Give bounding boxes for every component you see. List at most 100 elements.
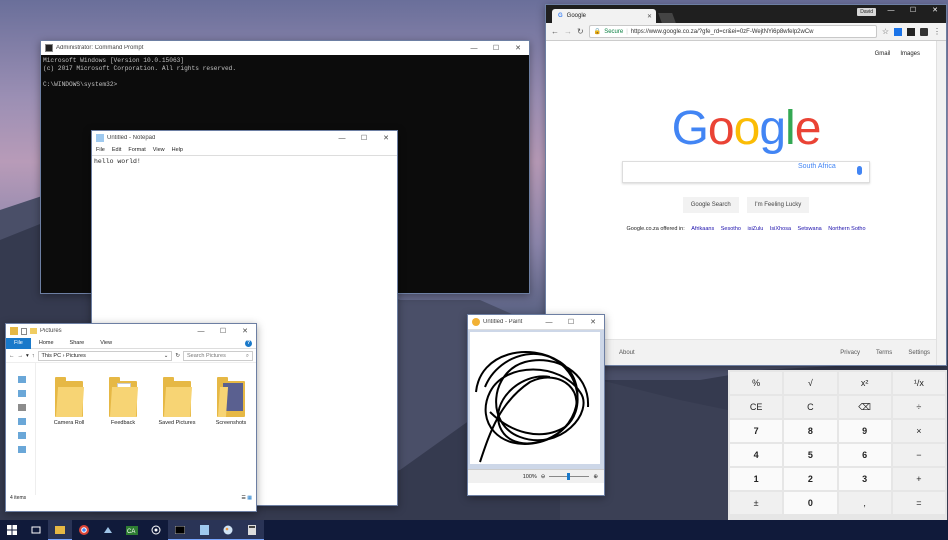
extension-icon[interactable] bbox=[907, 27, 915, 36]
paint-window[interactable]: Untitled - Paint — ☐ ✕ 100% ⊖ ⊕ bbox=[467, 314, 605, 496]
cmd-icon[interactable] bbox=[168, 520, 192, 540]
nav-item-icon[interactable] bbox=[18, 446, 26, 453]
explorer-titlebar[interactable]: Pictures — ☐ ✕ bbox=[6, 324, 256, 338]
notepad-titlebar[interactable]: Untitled - Notepad — ☐ ✕ bbox=[92, 131, 397, 145]
folder-item-screenshots[interactable]: Screenshots bbox=[206, 377, 256, 495]
calc-key[interactable]: CE bbox=[730, 396, 783, 418]
maximize-icon[interactable]: ☐ bbox=[212, 327, 234, 335]
language-link[interactable]: Sesotho bbox=[721, 226, 741, 232]
language-link[interactable]: Northern Sotho bbox=[828, 226, 865, 232]
calc-key[interactable]: √ bbox=[784, 372, 837, 394]
ribbon-tab-share[interactable]: Share bbox=[62, 340, 93, 346]
link-gmail[interactable]: Gmail bbox=[875, 51, 891, 57]
calc-key[interactable]: 9 bbox=[838, 420, 891, 442]
extension-icon[interactable] bbox=[920, 27, 928, 36]
navigation-pane[interactable] bbox=[6, 363, 36, 495]
footer-settings[interactable]: Settings bbox=[908, 350, 930, 356]
terminal-icon[interactable]: CA bbox=[120, 520, 144, 540]
start-icon[interactable] bbox=[0, 520, 24, 540]
properties-icon[interactable] bbox=[21, 327, 27, 335]
zoom-in-icon[interactable]: ⊕ bbox=[593, 474, 598, 480]
close-icon[interactable]: ✕ bbox=[507, 44, 529, 52]
calc-key[interactable]: × bbox=[892, 420, 945, 442]
menu-help[interactable]: Help bbox=[172, 147, 183, 153]
ribbon-tab-home[interactable]: Home bbox=[31, 340, 62, 346]
calc-key[interactable]: 7 bbox=[730, 420, 783, 442]
calc-key[interactable]: ¹/x bbox=[892, 372, 945, 394]
close-tab-icon[interactable]: ✕ bbox=[647, 13, 652, 20]
paint-canvas[interactable] bbox=[470, 332, 600, 464]
link-images[interactable]: Images bbox=[900, 51, 920, 57]
calc-key[interactable]: = bbox=[892, 492, 945, 514]
calc-key[interactable]: 0 bbox=[784, 492, 837, 514]
google-search-button[interactable]: Google Search bbox=[682, 197, 739, 213]
calc-key[interactable]: + bbox=[892, 468, 945, 490]
microphone-icon[interactable] bbox=[857, 166, 862, 175]
calc-key[interactable]: 6 bbox=[838, 444, 891, 466]
menu-file[interactable]: File bbox=[96, 147, 105, 153]
minimize-icon[interactable]: — bbox=[190, 328, 212, 335]
steam-icon[interactable] bbox=[96, 520, 120, 540]
ribbon-tab-file[interactable]: File bbox=[6, 337, 31, 349]
folder-item-saved-pictures[interactable]: Saved Pictures bbox=[152, 377, 202, 495]
address-bar[interactable]: This PC › Pictures ⌄ bbox=[37, 350, 173, 361]
large-icons-view-icon[interactable]: ▦ bbox=[247, 495, 252, 501]
language-link[interactable]: isiZulu bbox=[747, 226, 763, 232]
footer-privacy[interactable]: Privacy bbox=[840, 350, 860, 356]
minimize-icon[interactable]: — bbox=[331, 135, 353, 142]
language-link[interactable]: IsiXhosa bbox=[770, 226, 791, 232]
footer-terms[interactable]: Terms bbox=[876, 350, 892, 356]
new-tab-button[interactable] bbox=[658, 13, 676, 23]
file-explorer-window[interactable]: Pictures — ☐ ✕ File Home Share View ? ← … bbox=[5, 323, 257, 512]
chrome-icon[interactable] bbox=[72, 520, 96, 540]
nav-item-icon[interactable] bbox=[18, 390, 26, 397]
nav-item-icon[interactable] bbox=[18, 376, 26, 383]
paint-titlebar[interactable]: Untitled - Paint — ☐ ✕ bbox=[468, 315, 604, 329]
folder-item-feedback[interactable]: Feedback bbox=[98, 377, 148, 495]
menu-view[interactable]: View bbox=[153, 147, 165, 153]
calc-key[interactable]: 1 bbox=[730, 468, 783, 490]
calculator-window[interactable]: % √ x² ¹/x CE C ⌫ ÷ 7 8 9 × 4 5 6− 1 2 3 + ±0, = bbox=[728, 370, 947, 520]
paint-icon[interactable] bbox=[216, 520, 240, 540]
folder-item-camera-roll[interactable]: Camera Roll bbox=[44, 377, 94, 495]
details-view-icon[interactable]: ☰ bbox=[241, 495, 245, 501]
calc-key[interactable]: , bbox=[838, 492, 891, 514]
task-view-icon[interactable] bbox=[24, 520, 48, 540]
tab-google[interactable]: G Google ✕ bbox=[552, 9, 656, 23]
forward-icon[interactable]: → bbox=[18, 353, 24, 359]
up-icon[interactable]: ↑ bbox=[32, 353, 35, 359]
back-icon[interactable]: ← bbox=[551, 27, 559, 36]
footer-about[interactable]: About bbox=[619, 350, 635, 356]
omnibox[interactable]: 🔒 Secure | https://www.google.co.za/?gfe… bbox=[588, 25, 877, 38]
minimize-icon[interactable]: — bbox=[538, 319, 560, 326]
nav-item-icon[interactable] bbox=[18, 418, 26, 425]
calc-key[interactable]: − bbox=[892, 444, 945, 466]
cmd-output[interactable]: Microsoft Windows [Version 10.0.15063] (… bbox=[41, 55, 529, 91]
calc-key[interactable]: 4 bbox=[730, 444, 783, 466]
calc-key[interactable]: ÷ bbox=[892, 396, 945, 418]
calc-key[interactable]: ± bbox=[730, 492, 783, 514]
search-input[interactable]: Search Pictures ⌕ bbox=[183, 350, 253, 361]
feeling-lucky-button[interactable]: I'm Feeling Lucky bbox=[746, 197, 810, 213]
calc-key[interactable]: 5 bbox=[784, 444, 837, 466]
paint-canvas-area[interactable] bbox=[468, 329, 604, 469]
bookmark-star-icon[interactable]: ☆ bbox=[882, 27, 889, 36]
help-icon[interactable]: ? bbox=[241, 339, 256, 347]
menu-edit[interactable]: Edit bbox=[112, 147, 121, 153]
cmd-titlebar[interactable]: Administrator: Command Prompt — ☐ ✕ bbox=[41, 41, 529, 55]
file-explorer-icon[interactable] bbox=[48, 520, 72, 540]
forward-icon[interactable]: → bbox=[564, 27, 572, 36]
extension-icon[interactable] bbox=[894, 27, 902, 36]
calc-key[interactable]: ⌫ bbox=[838, 396, 891, 418]
minimize-icon[interactable]: — bbox=[880, 5, 902, 19]
notepad-icon[interactable] bbox=[192, 520, 216, 540]
recent-dropdown-icon[interactable]: ▾ bbox=[26, 353, 29, 359]
close-icon[interactable]: ✕ bbox=[924, 5, 946, 19]
back-icon[interactable]: ← bbox=[9, 353, 15, 359]
minimize-icon[interactable]: — bbox=[463, 45, 485, 52]
breadcrumb-pictures[interactable]: Pictures bbox=[66, 353, 86, 359]
nav-item-icon[interactable] bbox=[18, 404, 26, 411]
close-icon[interactable]: ✕ bbox=[582, 318, 604, 326]
calculator-icon[interactable] bbox=[240, 520, 264, 540]
breadcrumb-this-pc[interactable]: This PC bbox=[42, 353, 62, 359]
